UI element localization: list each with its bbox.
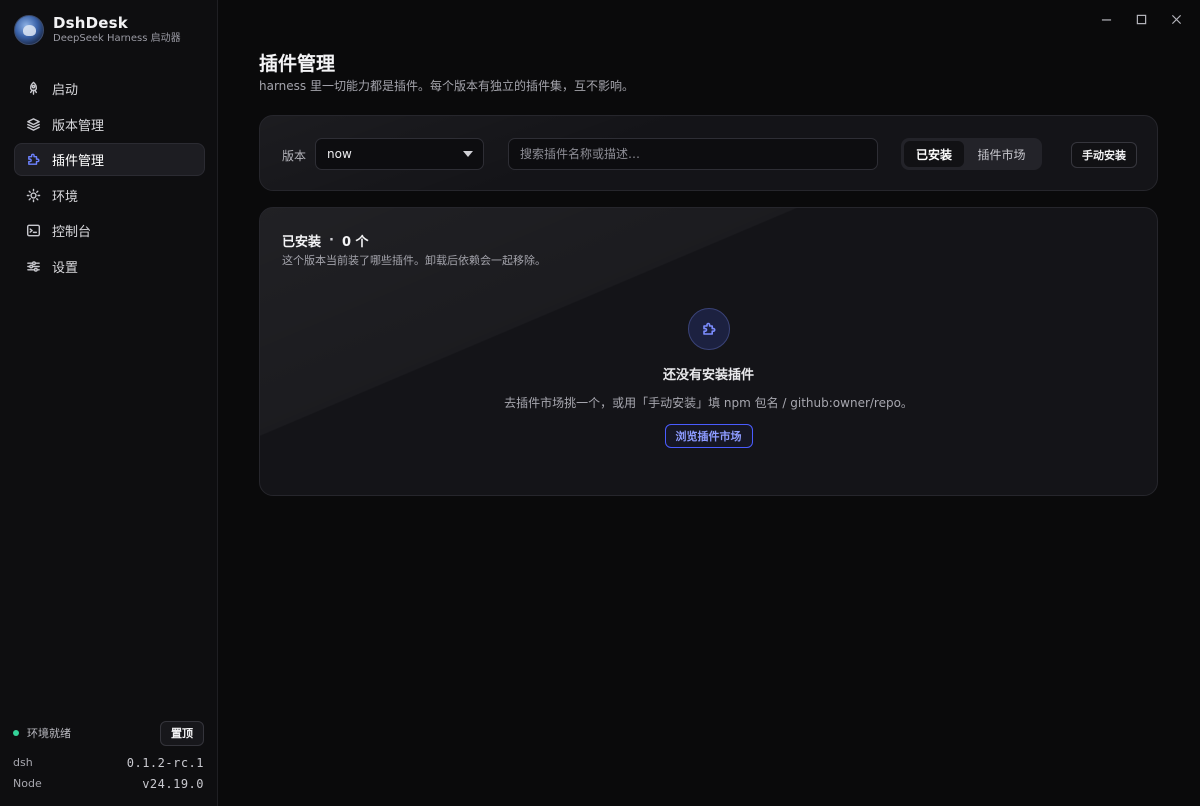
sliders-icon bbox=[25, 258, 41, 274]
plugin-toolbar: 版本 now 已安装 插件市场 手动安装 bbox=[259, 115, 1158, 191]
sidebar-footer: 环境就绪 置顶 dsh 0.1.2-rc.1 Node v24.19.0 bbox=[13, 720, 204, 794]
sidebar-item-label: 环境 bbox=[52, 189, 79, 205]
brand: DshDesk DeepSeek Harness 启动器 bbox=[14, 14, 181, 45]
installed-count: 0 个 bbox=[341, 235, 369, 250]
layers-icon bbox=[25, 116, 41, 132]
env-status-label: 环境就绪 bbox=[27, 727, 71, 740]
sidebar-item-label: 控制台 bbox=[52, 225, 92, 241]
dsh-version: 0.1.2-rc.1 bbox=[126, 755, 204, 770]
sidebar-item-label: 插件管理 bbox=[52, 154, 105, 170]
terminal-icon bbox=[25, 223, 41, 239]
maximize-icon[interactable] bbox=[1131, 10, 1151, 28]
page-description: harness 里一切能力都是插件。每个版本有独立的插件集，互不影响。 bbox=[259, 79, 634, 93]
sidebar-item-label: 设置 bbox=[52, 260, 79, 276]
tab-installed[interactable]: 已安装 bbox=[904, 141, 964, 167]
app-subtitle: DeepSeek Harness 启动器 bbox=[53, 33, 181, 44]
version-label: 版本 bbox=[282, 149, 307, 163]
rocket-icon bbox=[25, 81, 41, 97]
window-controls bbox=[1081, 10, 1186, 28]
plugin-search-input[interactable] bbox=[508, 138, 878, 170]
sidebar-nav: 启动 版本管理 插件管理 环境 控制台 设置 bbox=[14, 72, 205, 286]
node-label: Node bbox=[13, 777, 42, 790]
dsh-version-row: dsh 0.1.2-rc.1 bbox=[13, 752, 204, 773]
page-title: 插件管理 bbox=[259, 53, 336, 75]
dsh-label: dsh bbox=[13, 756, 33, 769]
puzzle-icon bbox=[25, 152, 41, 168]
installed-title: 已安装 bbox=[282, 235, 322, 250]
node-version-row: Node v24.19.0 bbox=[13, 773, 204, 794]
sidebar: DshDesk DeepSeek Harness 启动器 启动 版本管理 插件管… bbox=[0, 0, 218, 806]
installed-heading: 已安装 · 0 个 bbox=[282, 231, 369, 250]
sidebar-item-versions[interactable]: 版本管理 bbox=[14, 108, 205, 141]
status-dot bbox=[13, 730, 19, 736]
empty-state: 还没有安装插件 去插件市场挑一个，或用「手动安装」填 npm 包名 / gith… bbox=[260, 308, 1157, 448]
node-version: v24.19.0 bbox=[142, 776, 204, 791]
manual-install-button[interactable]: 手动安装 bbox=[1071, 142, 1137, 168]
sidebar-item-plugins[interactable]: 插件管理 bbox=[14, 143, 205, 177]
sidebar-item-label: 版本管理 bbox=[52, 118, 105, 134]
version-select[interactable]: now bbox=[315, 138, 484, 170]
installed-subtitle: 这个版本当前装了哪些插件。卸载后依赖会一起移除。 bbox=[282, 254, 546, 267]
browse-marketplace-button[interactable]: 浏览插件市场 bbox=[664, 424, 753, 448]
app-window: DshDesk DeepSeek Harness 启动器 启动 版本管理 插件管… bbox=[0, 0, 1200, 806]
heading-separator: · bbox=[329, 233, 334, 248]
sidebar-item-label: 启动 bbox=[52, 83, 79, 98]
sidebar-item-settings[interactable]: 设置 bbox=[14, 250, 205, 283]
sidebar-item-environment[interactable]: 环境 bbox=[14, 179, 205, 212]
empty-title: 还没有安装插件 bbox=[662, 368, 754, 383]
sidebar-item-console[interactable]: 控制台 bbox=[14, 214, 205, 247]
sun-icon bbox=[25, 187, 41, 203]
installed-panel: 已安装 · 0 个 这个版本当前装了哪些插件。卸载后依赖会一起移除。 还没有安装… bbox=[259, 207, 1158, 496]
tab-marketplace[interactable]: 插件市场 bbox=[964, 141, 1039, 167]
chevron-down-icon bbox=[463, 151, 473, 157]
pin-button[interactable]: 置顶 bbox=[160, 720, 204, 746]
puzzle-icon bbox=[687, 308, 730, 350]
close-icon[interactable] bbox=[1166, 10, 1186, 28]
env-status: 环境就绪 bbox=[13, 725, 71, 741]
app-logo bbox=[14, 14, 44, 45]
app-name: DshDesk bbox=[53, 14, 128, 32]
sidebar-item-launch[interactable]: 启动 bbox=[14, 72, 205, 105]
main-content: 插件管理 harness 里一切能力都是插件。每个版本有独立的插件集，互不影响。… bbox=[218, 0, 1200, 806]
version-select-value: now bbox=[327, 147, 352, 161]
view-tabs: 已安装 插件市场 bbox=[901, 138, 1042, 170]
minimize-icon[interactable] bbox=[1096, 10, 1116, 28]
empty-description: 去插件市场挑一个，或用「手动安装」填 npm 包名 / github:owner… bbox=[504, 396, 913, 410]
